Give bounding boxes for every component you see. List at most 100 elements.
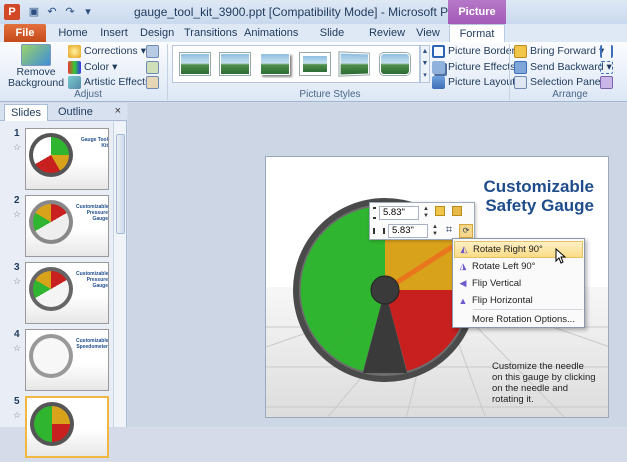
menu-divider <box>473 309 583 310</box>
tab-outline[interactable]: Outline <box>52 104 99 121</box>
animation-star-icon: ☆ <box>13 410 22 420</box>
group-divider <box>167 44 168 100</box>
animation-star-icon: ☆ <box>13 209 22 219</box>
tab-slides[interactable]: Slides <box>4 104 48 121</box>
corrections-icon <box>68 45 81 58</box>
color-icon <box>68 61 81 74</box>
flip-horizontal-icon: ▲ <box>458 295 468 306</box>
tab-insert[interactable]: Insert <box>98 24 130 42</box>
rotate-right-icon: ◭ <box>460 244 468 254</box>
tab-slide-show[interactable]: Slide Show <box>306 24 358 57</box>
slide-thumbnail[interactable]: 5 ☆ <box>0 396 114 462</box>
rotate-dropdown-button[interactable]: ⟳ <box>459 224 473 238</box>
send-backward-button[interactable]: Send Backward ▾ <box>514 60 612 75</box>
compress-pictures-icon[interactable] <box>146 44 159 59</box>
menu-item-more-rotation-options[interactable]: More Rotation Options... <box>454 311 583 328</box>
tab-home[interactable]: Home <box>56 24 90 42</box>
group-icon[interactable] <box>600 60 613 75</box>
title-bar: P ▣ ↶ ↷ ▾ gauge_tool_kit_3900.ppt [Compa… <box>0 0 627 42</box>
send-backward-icon <box>514 61 527 74</box>
scrollbar-thumb[interactable] <box>116 134 125 234</box>
arrange-group-label: Arrange <box>552 89 588 100</box>
rotate-icon[interactable] <box>600 75 613 90</box>
artistic-effects-icon <box>68 76 81 89</box>
flip-vertical-icon: ◀ <box>459 278 467 288</box>
slide-title: Customizable Safety Gauge <box>483 177 594 215</box>
picture-style-thumb[interactable] <box>177 48 213 80</box>
tab-file[interactable]: File <box>4 24 46 42</box>
bring-forward-icon[interactable] <box>433 206 447 220</box>
menu-item-flip-horizontal[interactable]: ▲ Flip Horizontal <box>454 292 583 309</box>
quick-access-toolbar: ▣ ↶ ↷ ▾ <box>26 4 96 20</box>
slides-panel-scrollbar[interactable] <box>113 122 126 427</box>
picture-style-thumb[interactable] <box>217 48 253 80</box>
width-spinner[interactable]: ▲ ▼ <box>431 224 439 238</box>
close-panel-icon[interactable]: × <box>115 105 121 117</box>
gauge-thumbnail-image <box>29 200 73 244</box>
rotate-left-icon: ◮ <box>459 261 467 271</box>
selection-pane-button[interactable]: Selection Pane <box>514 75 601 90</box>
gauge-thumbnail-image <box>29 334 73 378</box>
ribbon-tabs: File Home Insert Design Transitions Anim… <box>0 24 627 57</box>
picture-style-thumb[interactable] <box>257 48 293 80</box>
reset-picture-icon[interactable] <box>146 75 159 90</box>
gauge-thumbnail-image <box>30 402 74 446</box>
slide-thumbnail[interactable]: 1 ☆ Gauge Tool Kit <box>0 128 114 194</box>
crop-icon[interactable]: ⌗ <box>442 224 456 238</box>
powerpoint-app-icon[interactable]: P <box>4 4 20 20</box>
picture-style-thumb[interactable] <box>337 48 373 80</box>
adjust-group-label: Adjust <box>74 89 102 100</box>
selection-pane-icon <box>514 76 527 89</box>
window-title: gauge_tool_kit_3900.ppt [Compatibility M… <box>134 5 502 19</box>
tab-review[interactable]: Review <box>368 24 406 42</box>
tab-view[interactable]: View <box>414 24 442 42</box>
picture-styles-gallery[interactable] <box>172 45 420 83</box>
shape-width-icon <box>373 228 385 234</box>
animation-star-icon: ☆ <box>13 276 22 286</box>
change-picture-icon[interactable] <box>146 60 159 75</box>
picture-tools-contextual-tab: Picture Tools <box>448 0 506 42</box>
size-mini-toolbar: 5.83" ▲ ▼ 5.83" ▲ ▼ ⌗ ⟳ <box>369 202 475 240</box>
slide-thumbnail[interactable]: 3 ☆ Customizable Pressure Gauge <box>0 262 114 328</box>
tab-animations[interactable]: Animations <box>244 24 298 42</box>
slide-thumbnail[interactable]: 2 ☆ Customizable Pressure Gauge <box>0 195 114 261</box>
save-icon[interactable]: ▣ <box>26 4 42 20</box>
bring-forward-icon <box>514 45 527 58</box>
group-divider <box>509 44 510 100</box>
mouse-pointer-icon <box>555 248 567 264</box>
tab-transitions[interactable]: Transitions <box>184 24 237 42</box>
tab-format[interactable]: Format <box>449 24 505 42</box>
picture-layout-icon <box>432 76 445 89</box>
picture-effects-button[interactable]: Picture Effects▾ <box>432 60 524 75</box>
corrections-button[interactable]: Corrections ▾ <box>68 44 146 59</box>
customize-icon[interactable]: ▾ <box>80 4 96 20</box>
menu-item-flip-vertical[interactable]: ◀ Flip Vertical <box>454 275 583 292</box>
animation-star-icon: ☆ <box>13 142 22 152</box>
picture-effects-icon <box>432 61 445 74</box>
tab-design[interactable]: Design <box>140 24 174 42</box>
remove-background-icon <box>21 44 51 66</box>
align-icon[interactable] <box>600 44 613 59</box>
gauge-thumbnail-image <box>29 267 73 311</box>
ribbon: Remove Background Corrections ▾ Color ▾ Ar… <box>0 42 627 102</box>
slide-thumbnail[interactable]: 4 ☆ Customizable Speedometer <box>0 329 114 395</box>
color-button[interactable]: Color ▾ <box>68 60 117 75</box>
gallery-scroll[interactable]: ▲ ▼ ▾ <box>420 45 430 83</box>
undo-icon[interactable]: ↶ <box>44 4 60 20</box>
slide-caption: Customize the needle on this gauge by cl… <box>492 361 596 405</box>
height-spinner[interactable]: ▲ ▼ <box>422 206 430 220</box>
bring-forward-button[interactable]: Bring Forward ▾ <box>514 44 604 59</box>
shape-width-input[interactable]: 5.83" <box>388 224 428 238</box>
animation-star-icon: ☆ <box>13 343 22 353</box>
shape-height-input[interactable]: 5.83" <box>379 206 419 220</box>
picture-border-icon <box>432 45 445 58</box>
slides-panel: Slides Outline × 1 ☆ Gauge Tool Kit 2 ☆ … <box>0 103 127 458</box>
picture-style-thumb[interactable] <box>377 48 413 80</box>
remove-background-button[interactable]: Remove Background <box>8 44 64 89</box>
shape-height-icon <box>373 207 376 219</box>
picture-style-thumb[interactable] <box>297 48 333 80</box>
send-backward-icon[interactable] <box>450 206 464 220</box>
picture-styles-group-label: Picture Styles <box>299 89 361 100</box>
redo-icon[interactable]: ↷ <box>62 4 78 20</box>
gauge-thumbnail-image <box>29 133 73 177</box>
